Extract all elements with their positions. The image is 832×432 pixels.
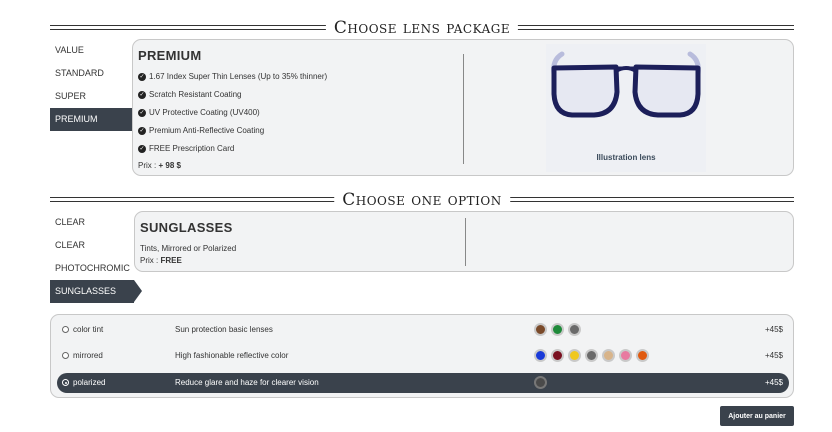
add-to-cart-button[interactable]: Ajouter au panier bbox=[720, 406, 794, 426]
lens-type-item-clear[interactable]: CLEAR bbox=[50, 211, 134, 234]
lens-type-item-sunglasses[interactable]: SUNGLASSES bbox=[50, 280, 142, 303]
option-name: color tint bbox=[73, 325, 104, 334]
color-swatches bbox=[534, 376, 551, 389]
lens-type-item-clear[interactable]: CLEAR bbox=[50, 234, 134, 257]
option-desc: Sun protection basic lenses bbox=[175, 325, 273, 334]
option-description: Tints, Mirrored or Polarized bbox=[140, 244, 237, 253]
package-item-super[interactable]: SUPER bbox=[50, 85, 134, 108]
color-swatch[interactable] bbox=[551, 349, 564, 362]
radio-button[interactable] bbox=[62, 352, 69, 359]
section-title-label: Choose lens package bbox=[325, 18, 519, 38]
feature-item: ✓ Premium Anti-Reflective Coating bbox=[138, 126, 265, 135]
panel-divider bbox=[465, 218, 466, 266]
illustration-label: Illustration lens bbox=[596, 153, 656, 162]
option-row-mirrored[interactable]: mirrored High fashionable reflective col… bbox=[57, 346, 789, 366]
check-circle-icon: ✓ bbox=[138, 90, 146, 99]
color-swatch[interactable] bbox=[619, 349, 632, 362]
option-title: SUNGLASSES bbox=[140, 220, 233, 235]
option-desc: High fashionable reflective color bbox=[175, 351, 289, 360]
feature-item: ✓ UV Protective Coating (UV400) bbox=[138, 108, 260, 117]
package-title: PREMIUM bbox=[138, 48, 202, 63]
section-title-one-option: Choose one option bbox=[50, 190, 794, 210]
feature-item: ✓ FREE Prescription Card bbox=[138, 144, 235, 153]
option-price: +45$ bbox=[764, 378, 783, 387]
option-row-polarized[interactable]: polarized Reduce glare and haze for clea… bbox=[57, 373, 789, 393]
option-desc: Reduce glare and haze for clearer vision bbox=[175, 378, 319, 387]
color-swatch[interactable] bbox=[585, 349, 598, 362]
color-swatch[interactable] bbox=[551, 323, 564, 336]
option-price: Prix : FREE bbox=[140, 256, 182, 265]
feature-item: ✓ Scratch Resistant Coating bbox=[138, 90, 242, 99]
check-circle-icon: ✓ bbox=[138, 108, 146, 117]
eyeglasses-illustration bbox=[551, 51, 701, 118]
color-swatches bbox=[534, 349, 653, 362]
option-name: polarized bbox=[73, 378, 106, 387]
feature-item: ✓ 1.67 Index Super Thin Lenses (Up to 35%… bbox=[138, 72, 328, 81]
option-price: +45$ bbox=[764, 351, 783, 360]
section-title-lens-package: Choose lens package bbox=[50, 18, 794, 38]
illustration-lens-image: Illustration lens bbox=[546, 44, 706, 172]
lens-package-list: VALUE STANDARD SUPER PREMIUM bbox=[50, 39, 142, 131]
color-swatch[interactable] bbox=[568, 323, 581, 336]
lens-type-list: CLEAR CLEAR PHOTOCHROMIC SUNGLASSES bbox=[50, 211, 142, 303]
option-detail-panel: SUNGLASSES Tints, Mirrored or Polarized … bbox=[134, 211, 794, 272]
color-swatch[interactable] bbox=[534, 376, 547, 389]
color-swatch[interactable] bbox=[602, 349, 615, 362]
package-item-standard[interactable]: STANDARD bbox=[50, 62, 134, 85]
option-price: +45$ bbox=[764, 325, 783, 334]
radio-button[interactable] bbox=[62, 326, 69, 333]
color-swatch[interactable] bbox=[534, 349, 547, 362]
section-title-label: Choose one option bbox=[334, 190, 510, 210]
color-swatch[interactable] bbox=[636, 349, 649, 362]
lens-type-item-photochromic[interactable]: PHOTOCHROMIC bbox=[50, 257, 134, 280]
color-swatches bbox=[534, 323, 585, 336]
color-swatch[interactable] bbox=[568, 349, 581, 362]
panel-divider bbox=[463, 54, 464, 164]
radio-button[interactable] bbox=[62, 379, 69, 386]
package-detail-panel: PREMIUM ✓ 1.67 Index Super Thin Lenses (U… bbox=[132, 39, 794, 176]
option-row-color-tint[interactable]: color tint Sun protection basic lenses +… bbox=[57, 320, 789, 340]
sunglasses-options-panel: color tint Sun protection basic lenses +… bbox=[50, 314, 794, 398]
check-circle-icon: ✓ bbox=[138, 144, 146, 153]
option-name: mirrored bbox=[73, 351, 103, 360]
check-circle-icon: ✓ bbox=[138, 72, 146, 81]
package-item-value[interactable]: VALUE bbox=[50, 39, 134, 62]
package-item-premium[interactable]: PREMIUM bbox=[50, 108, 142, 131]
color-swatch[interactable] bbox=[534, 323, 547, 336]
package-price: Prix : + 98 $ bbox=[138, 161, 181, 170]
check-circle-icon: ✓ bbox=[138, 126, 146, 135]
